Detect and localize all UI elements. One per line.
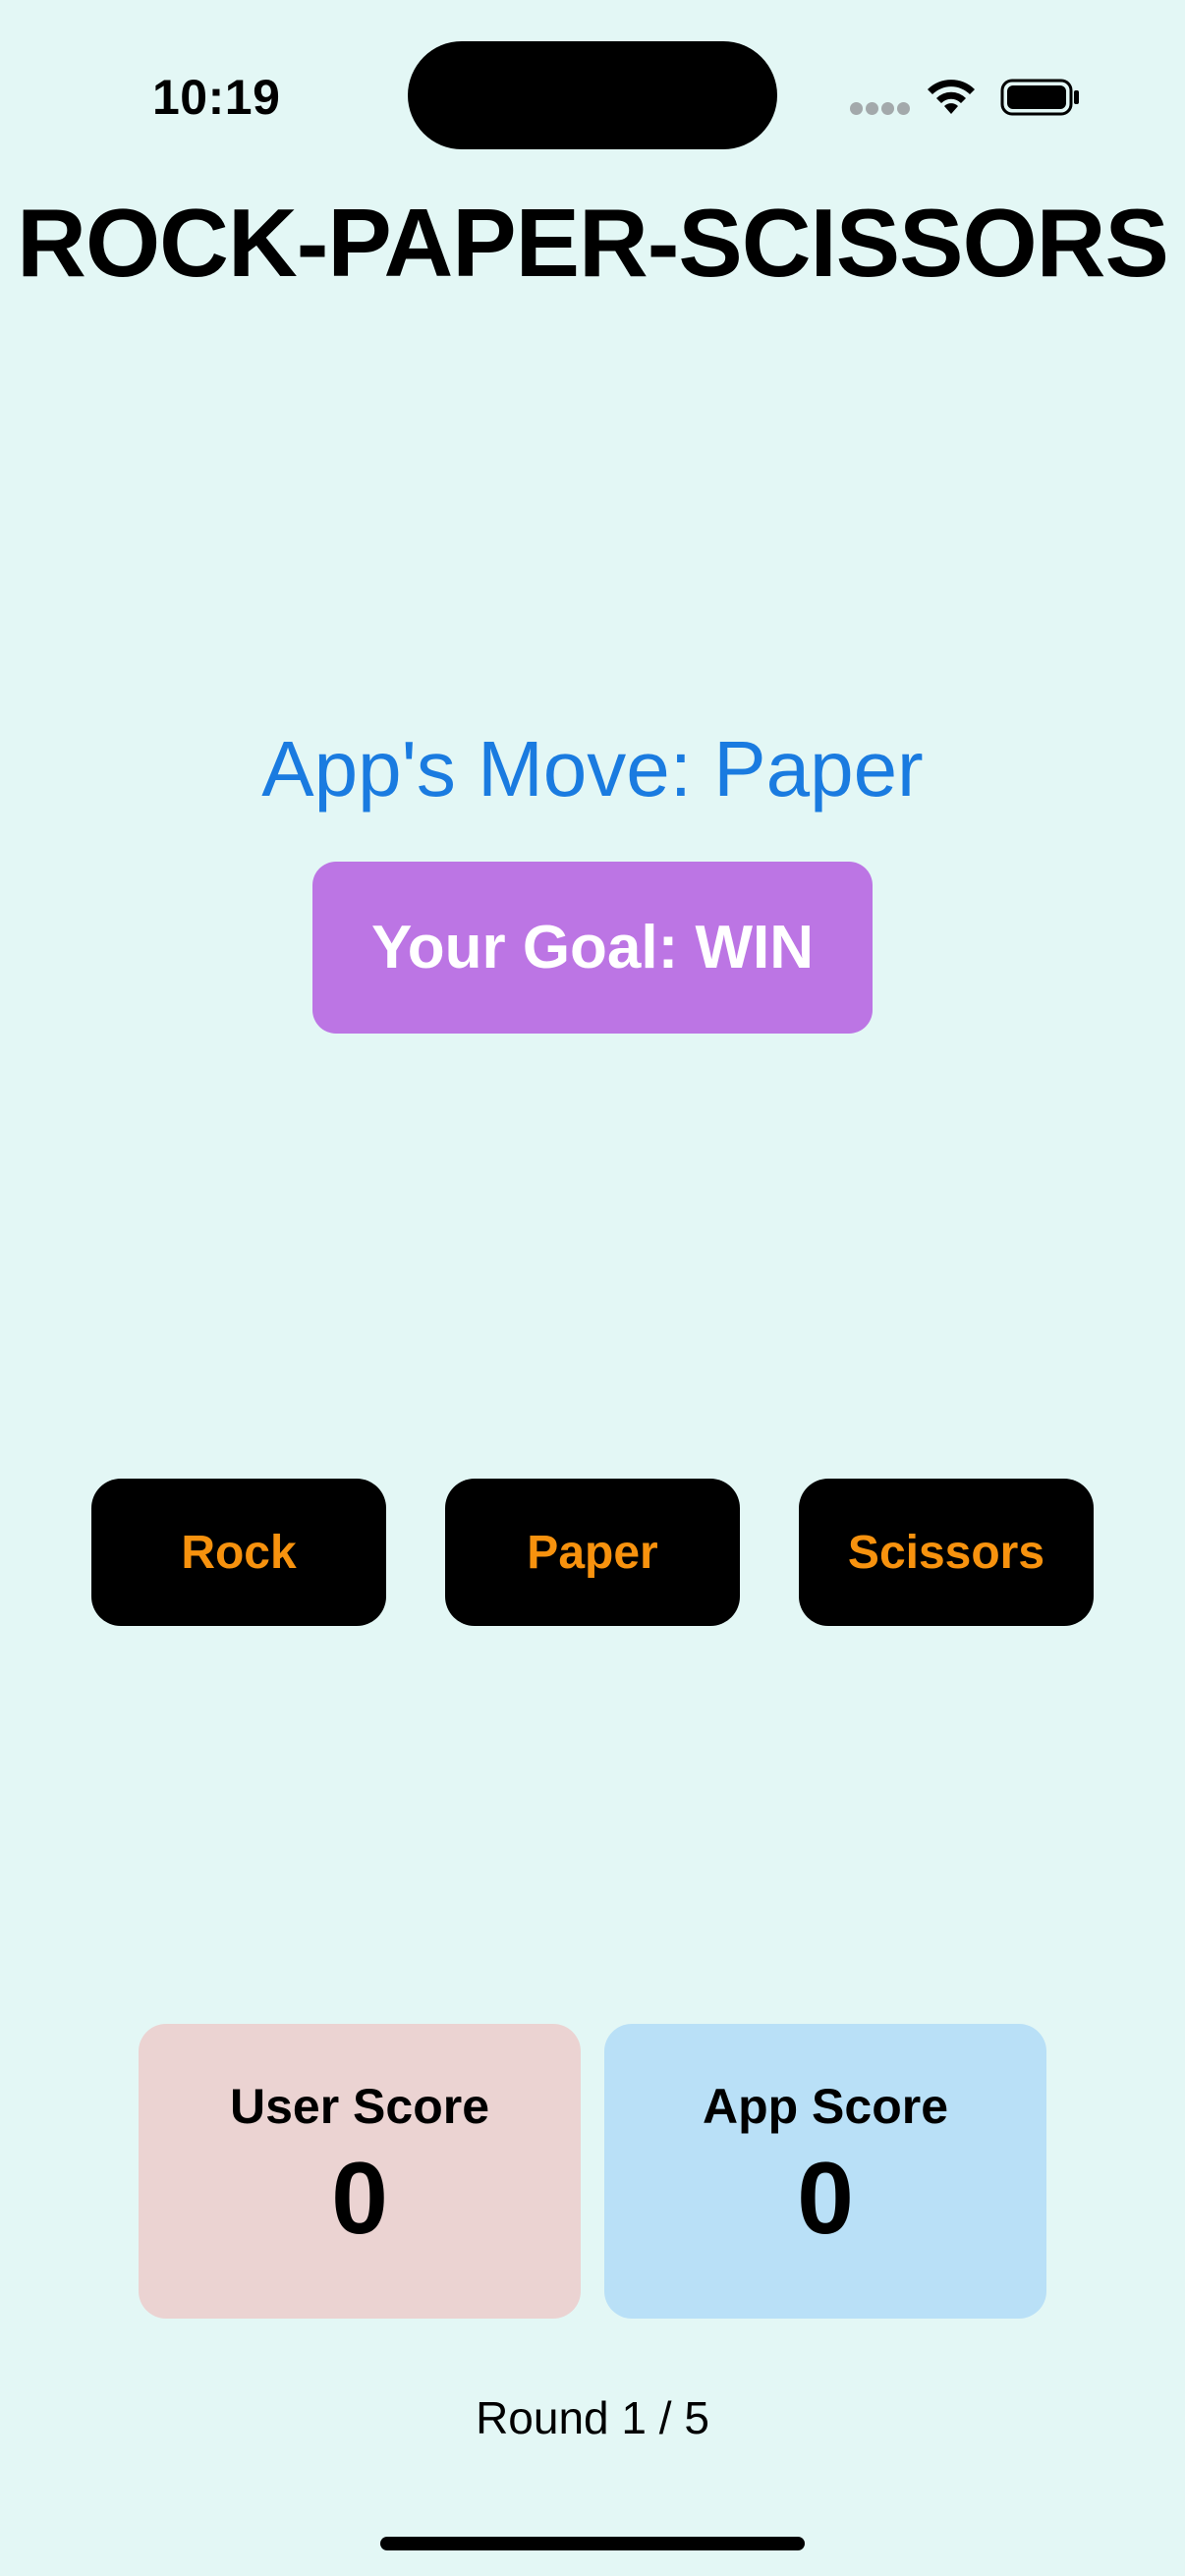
dynamic-island xyxy=(408,41,777,149)
page-title: ROCK-PAPER-SCISSORS xyxy=(17,189,1169,297)
user-score-label: User Score xyxy=(229,2079,490,2134)
app-move-label: App's Move: Paper xyxy=(261,725,924,812)
game-screen: 10:19 ROCK-PAPER-SCISSORS App's Move: Pa… xyxy=(0,0,1185,2576)
user-score-value: 0 xyxy=(331,2142,388,2256)
round-indicator: Round 1 / 5 xyxy=(476,2392,709,2443)
rock-button[interactable]: Rock xyxy=(91,1479,386,1626)
wifi-icon xyxy=(928,80,975,114)
app-score-value: 0 xyxy=(797,2142,854,2256)
user-score-card: User Score 0 xyxy=(139,2024,581,2319)
scissors-button[interactable]: Scissors xyxy=(799,1479,1094,1626)
status-time: 10:19 xyxy=(152,70,281,125)
goal-badge: Your Goal: WIN xyxy=(312,862,873,1034)
app-score-label: App Score xyxy=(702,2079,949,2134)
home-indicator[interactable] xyxy=(380,2537,805,2550)
cellular-signal-icon xyxy=(850,102,911,116)
app-score-card: App Score 0 xyxy=(604,2024,1046,2319)
paper-button[interactable]: Paper xyxy=(445,1479,740,1626)
battery-icon xyxy=(1000,79,1079,116)
